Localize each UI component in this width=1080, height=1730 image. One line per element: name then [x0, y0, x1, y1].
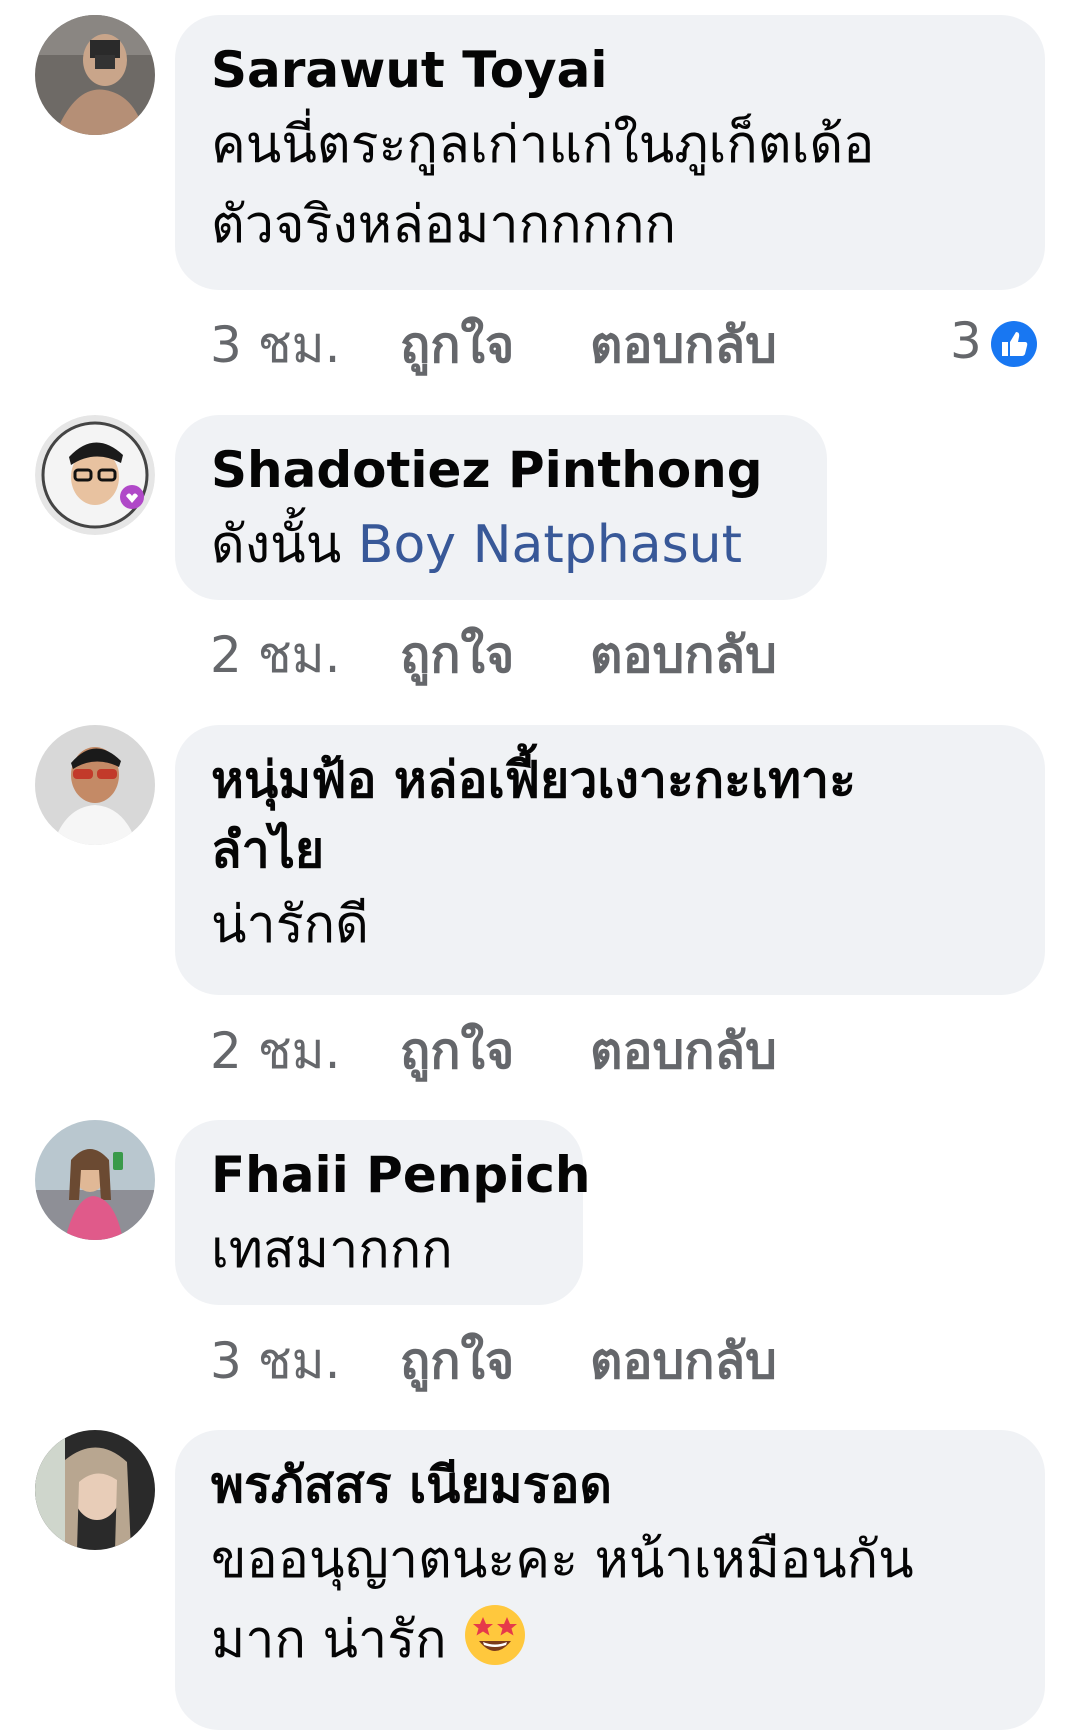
avatar[interactable] — [35, 415, 155, 535]
reply-button[interactable]: ตอบกลับ — [590, 310, 777, 380]
comment-text-line: เทสมากกก — [211, 1220, 453, 1280]
reply-button[interactable]: ตอบกลับ — [590, 1016, 777, 1086]
comment-bubble: หนุ่มฟ้อ หล่อเฟี้ยวเงาะกะเทาะ ลำไย น่ารั… — [175, 725, 1045, 995]
comment-text-line: ตัวจริงหล่อมากกกกก — [211, 195, 677, 255]
comment-bubble: พรภัสสร เนียมรอด ขออนุญาตนะคะ หน้าเหมือน… — [175, 1430, 1045, 1730]
comment-bubble: Fhaii Penpich เทสมากกก — [175, 1120, 591, 1305]
avatar[interactable] — [35, 1430, 155, 1550]
comment-author-line[interactable]: ลำไย — [211, 815, 1009, 885]
comment-text-line: ดังนั้น Boy Natphasut — [211, 505, 791, 585]
comment-bubble: Shadotiez Pinthong ดังนั้น Boy Natphasut — [175, 415, 827, 600]
like-button[interactable]: ถูกใจ — [400, 1016, 514, 1086]
thumbs-up-icon — [990, 316, 1038, 386]
mention-link[interactable]: Boy Natphasut — [358, 515, 742, 575]
comment-timestamp[interactable]: 3 ชม. — [210, 1326, 341, 1396]
avatar[interactable] — [35, 1120, 155, 1240]
comment-timestamp[interactable]: 3 ชม. — [210, 310, 341, 380]
like-button[interactable]: ถูกใจ — [400, 310, 514, 380]
star-struck-emoji-icon — [463, 1603, 527, 1690]
reply-button[interactable]: ตอบกลับ — [590, 1326, 777, 1396]
comment-text-line: ขออนุญาตนะคะ หน้าเหมือนกัน — [211, 1530, 914, 1590]
comment-text-line: มาก น่ารัก — [211, 1600, 1009, 1690]
comment-text-line: น่ารักดี — [211, 895, 369, 955]
comment-author-line[interactable]: หนุ่มฟ้อ หล่อเฟี้ยวเงาะกะเทาะ — [211, 745, 1009, 815]
reply-button[interactable]: ตอบกลับ — [590, 620, 777, 690]
comment-text: มาก น่ารัก — [211, 1610, 447, 1670]
comment-timestamp[interactable]: 2 ชม. — [210, 1016, 341, 1086]
comment-text-line: คนนี่ตระกูลเก่าแก่ในภูเก็ตเด้อ — [211, 115, 875, 175]
like-button[interactable]: ถูกใจ — [400, 620, 514, 690]
comment-text: ดังนั้น — [211, 515, 358, 575]
comment-author[interactable]: Shadotiez Pinthong — [211, 435, 791, 505]
comment-timestamp[interactable]: 2 ชม. — [210, 620, 341, 690]
reaction-summary[interactable]: 3 — [950, 306, 1038, 376]
like-button[interactable]: ถูกใจ — [400, 1326, 514, 1396]
comment-bubble: Sarawut Toyai คนนี่ตระกูลเก่าแก่ในภูเก็ต… — [175, 15, 1045, 290]
avatar[interactable] — [35, 15, 155, 135]
avatar[interactable] — [35, 725, 155, 845]
comment-author[interactable]: Fhaii Penpich — [211, 1140, 591, 1210]
comment-author[interactable]: พรภัสสร เนียมรอด — [211, 1450, 1009, 1520]
reaction-count: 3 — [950, 312, 982, 370]
comment-author[interactable]: Sarawut Toyai — [211, 35, 1009, 105]
